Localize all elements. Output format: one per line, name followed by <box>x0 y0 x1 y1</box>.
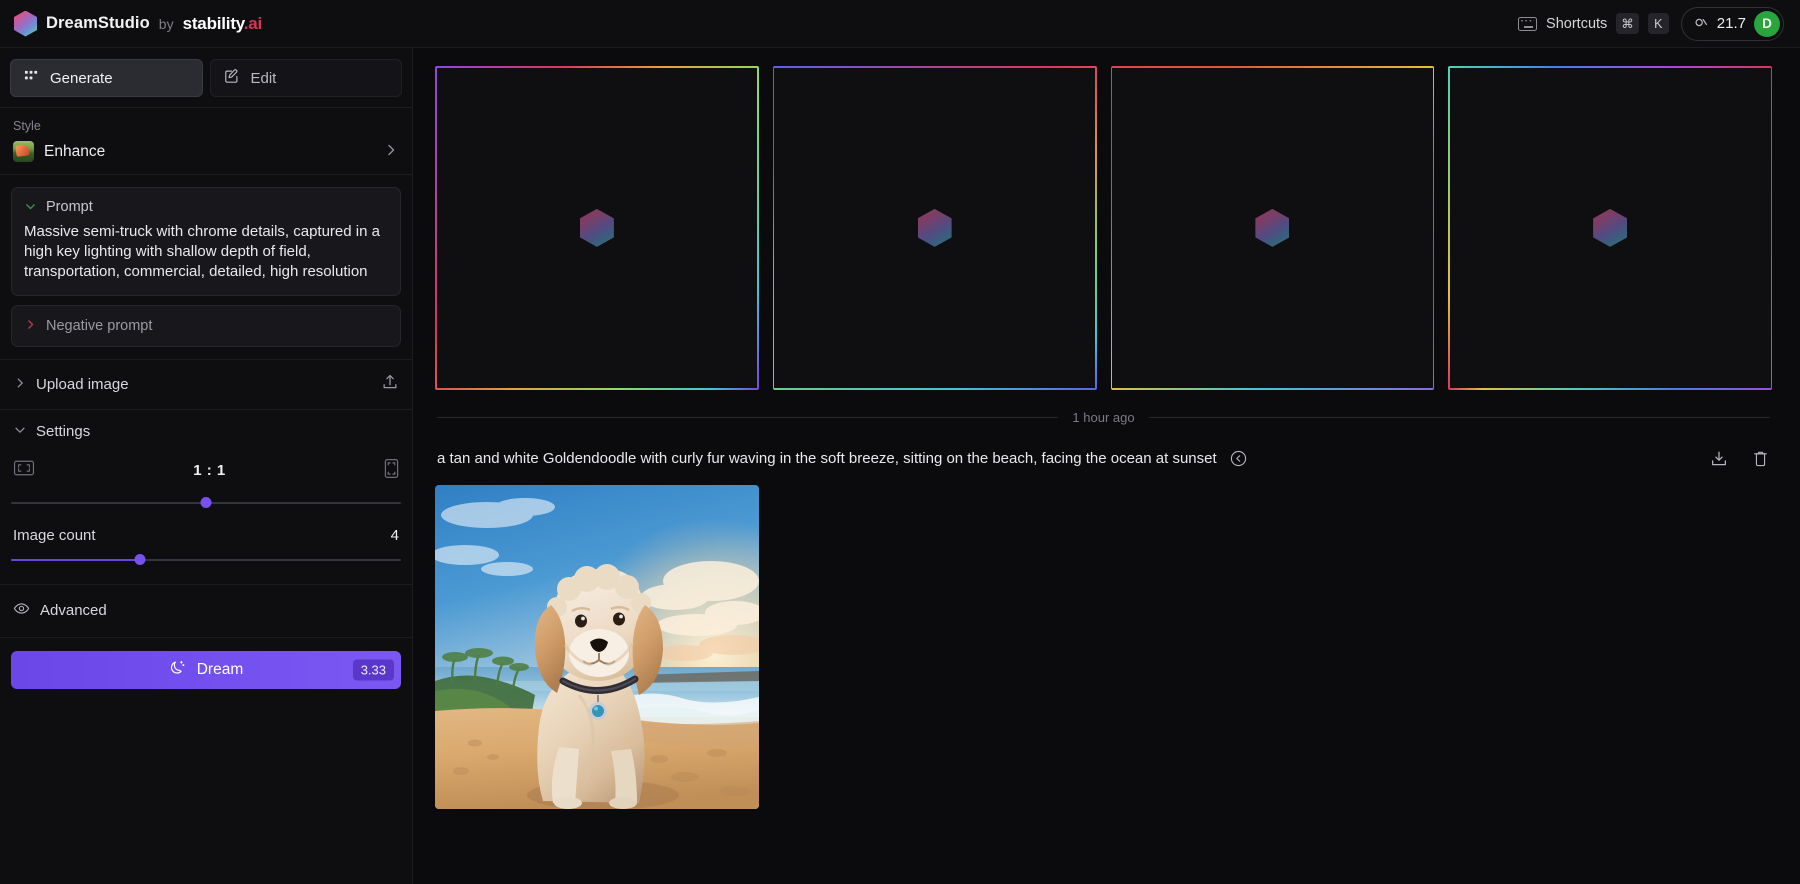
landscape-ratio-icon[interactable] <box>13 459 35 482</box>
tile-inner <box>436 67 758 389</box>
dream-button-wrap: Dream 3.33 <box>0 638 412 689</box>
prompt-header[interactable]: Prompt <box>24 199 388 215</box>
keyboard-icon <box>1518 16 1538 31</box>
style-value: Enhance <box>44 142 106 160</box>
moon-stars-icon <box>169 659 186 681</box>
tab-edit-label: Edit <box>250 69 277 87</box>
hexagon-logo-icon <box>579 208 614 247</box>
negative-prompt-title: Negative prompt <box>46 317 153 334</box>
aspect-ratio-slider[interactable] <box>11 495 401 511</box>
brand-name: DreamStudio <box>46 14 150 32</box>
style-thumbnail-icon <box>13 141 34 162</box>
history-header: a tan and white Goldendoodle with curly … <box>437 449 1770 469</box>
negative-prompt-card[interactable]: Negative prompt <box>11 304 401 347</box>
image-count-slider[interactable] <box>11 552 401 568</box>
tile-inner <box>1112 67 1433 389</box>
app-body: Generate Edit Style Enhance Prompt Massi… <box>0 48 1800 884</box>
eye-icon <box>13 600 30 622</box>
tile-inner <box>1449 67 1771 389</box>
aspect-ratio-row: 1 : 1 <box>11 450 401 489</box>
credits-badge[interactable]: 21.7 D <box>1680 6 1784 41</box>
history-image[interactable] <box>435 484 759 809</box>
hexagon-logo-icon <box>1593 208 1628 247</box>
generation-tile-3[interactable] <box>1110 66 1435 390</box>
generation-tile-1[interactable] <box>435 66 759 390</box>
dream-button[interactable]: Dream 3.33 <box>11 650 401 689</box>
dreamstudio-app: DreamStudio by stability.ai Shortcuts ⌘ … <box>0 0 1800 884</box>
tab-edit[interactable]: Edit <box>209 59 402 97</box>
hexagon-logo-icon <box>14 10 37 37</box>
settings-label: Settings <box>36 422 91 440</box>
divider-line-left <box>437 416 1059 418</box>
settings-row[interactable]: Settings <box>0 410 412 444</box>
grid-dots-icon <box>24 69 39 88</box>
main-content: 1 hour ago a tan and white Goldendoodle … <box>413 48 1800 884</box>
tab-generate[interactable]: Generate <box>10 59 203 97</box>
slider-fill <box>11 558 140 561</box>
trash-icon[interactable] <box>1751 449 1770 468</box>
divider-line-right <box>1148 416 1771 418</box>
slider-thumb[interactable] <box>200 497 212 509</box>
dream-cost-badge: 3.33 <box>352 659 394 681</box>
image-count-value: 4 <box>390 526 399 544</box>
left-sidebar: Generate Edit Style Enhance Prompt Massi… <box>0 48 413 884</box>
download-icon[interactable] <box>1709 449 1729 469</box>
prompt-title: Prompt <box>46 199 93 215</box>
pencil-square-icon <box>224 68 240 88</box>
upload-icon[interactable] <box>381 373 399 396</box>
generation-tiles-row <box>435 66 1772 390</box>
shortcuts-label: Shortcuts <box>1546 15 1608 32</box>
chevron-right-icon <box>13 376 27 392</box>
goldendoodle-beach-image <box>435 484 759 809</box>
aspect-ratio-value: 1 : 1 <box>193 462 226 480</box>
history-prompt-text: a tan and white Goldendoodle with curly … <box>437 450 1217 468</box>
portrait-ratio-icon[interactable] <box>384 458 399 484</box>
settings-body: 1 : 1 Image count 4 <box>0 444 412 572</box>
credits-value: 21.7 <box>1716 15 1746 32</box>
tab-generate-label: Generate <box>50 69 113 87</box>
history-actions <box>1709 449 1770 469</box>
history-time-divider: 1 hour ago <box>437 409 1771 425</box>
style-section: Style Enhance <box>0 108 412 174</box>
upload-image-row[interactable]: Upload image <box>0 360 412 409</box>
chevron-right-icon <box>24 318 37 333</box>
app-header: DreamStudio by stability.ai Shortcuts ⌘ … <box>0 0 1800 48</box>
style-selector[interactable]: Enhance <box>13 141 399 162</box>
prompt-section: Prompt Massive semi-truck with chrome de… <box>0 175 412 360</box>
chevron-down-icon <box>13 423 27 439</box>
style-label: Style <box>13 119 41 133</box>
mode-tabs: Generate Edit <box>0 48 412 107</box>
generation-tile-2[interactable] <box>772 66 1097 390</box>
brand-company: stability.ai <box>182 13 263 33</box>
history-time-label: 1 hour ago <box>1072 409 1135 425</box>
shortcuts-button[interactable]: Shortcuts ⌘ K <box>1518 13 1669 34</box>
avatar[interactable]: D <box>1754 10 1780 37</box>
prompt-card[interactable]: Prompt Massive semi-truck with chrome de… <box>11 187 401 296</box>
key-k[interactable]: K <box>1647 13 1669 34</box>
tile-inner <box>774 67 1095 389</box>
image-count-row: Image count 4 <box>11 515 401 546</box>
prompt-text[interactable]: Massive semi-truck with chrome details, … <box>24 222 388 282</box>
advanced-label: Advanced <box>40 602 107 620</box>
credits-coins-icon <box>1694 15 1709 32</box>
hexagon-logo-icon <box>917 208 952 247</box>
chevron-right-icon <box>383 142 399 162</box>
dream-label: Dream <box>196 660 244 678</box>
hexagon-logo-icon <box>1255 208 1290 247</box>
history-image-wrap <box>435 484 1772 809</box>
arrow-left-circle-icon[interactable] <box>1229 449 1248 468</box>
image-count-label: Image count <box>13 526 96 544</box>
generation-tile-4[interactable] <box>1448 66 1772 390</box>
upload-image-label: Upload image <box>36 375 129 393</box>
advanced-row[interactable]: Advanced <box>0 585 412 637</box>
header-right-group: Shortcuts ⌘ K 21.7 D <box>1518 6 1784 41</box>
chevron-down-icon <box>24 200 37 215</box>
brand[interactable]: DreamStudio by stability.ai <box>14 10 263 37</box>
brand-by-label: by <box>158 15 174 32</box>
slider-thumb[interactable] <box>134 554 146 566</box>
key-command[interactable]: ⌘ <box>1616 13 1639 34</box>
